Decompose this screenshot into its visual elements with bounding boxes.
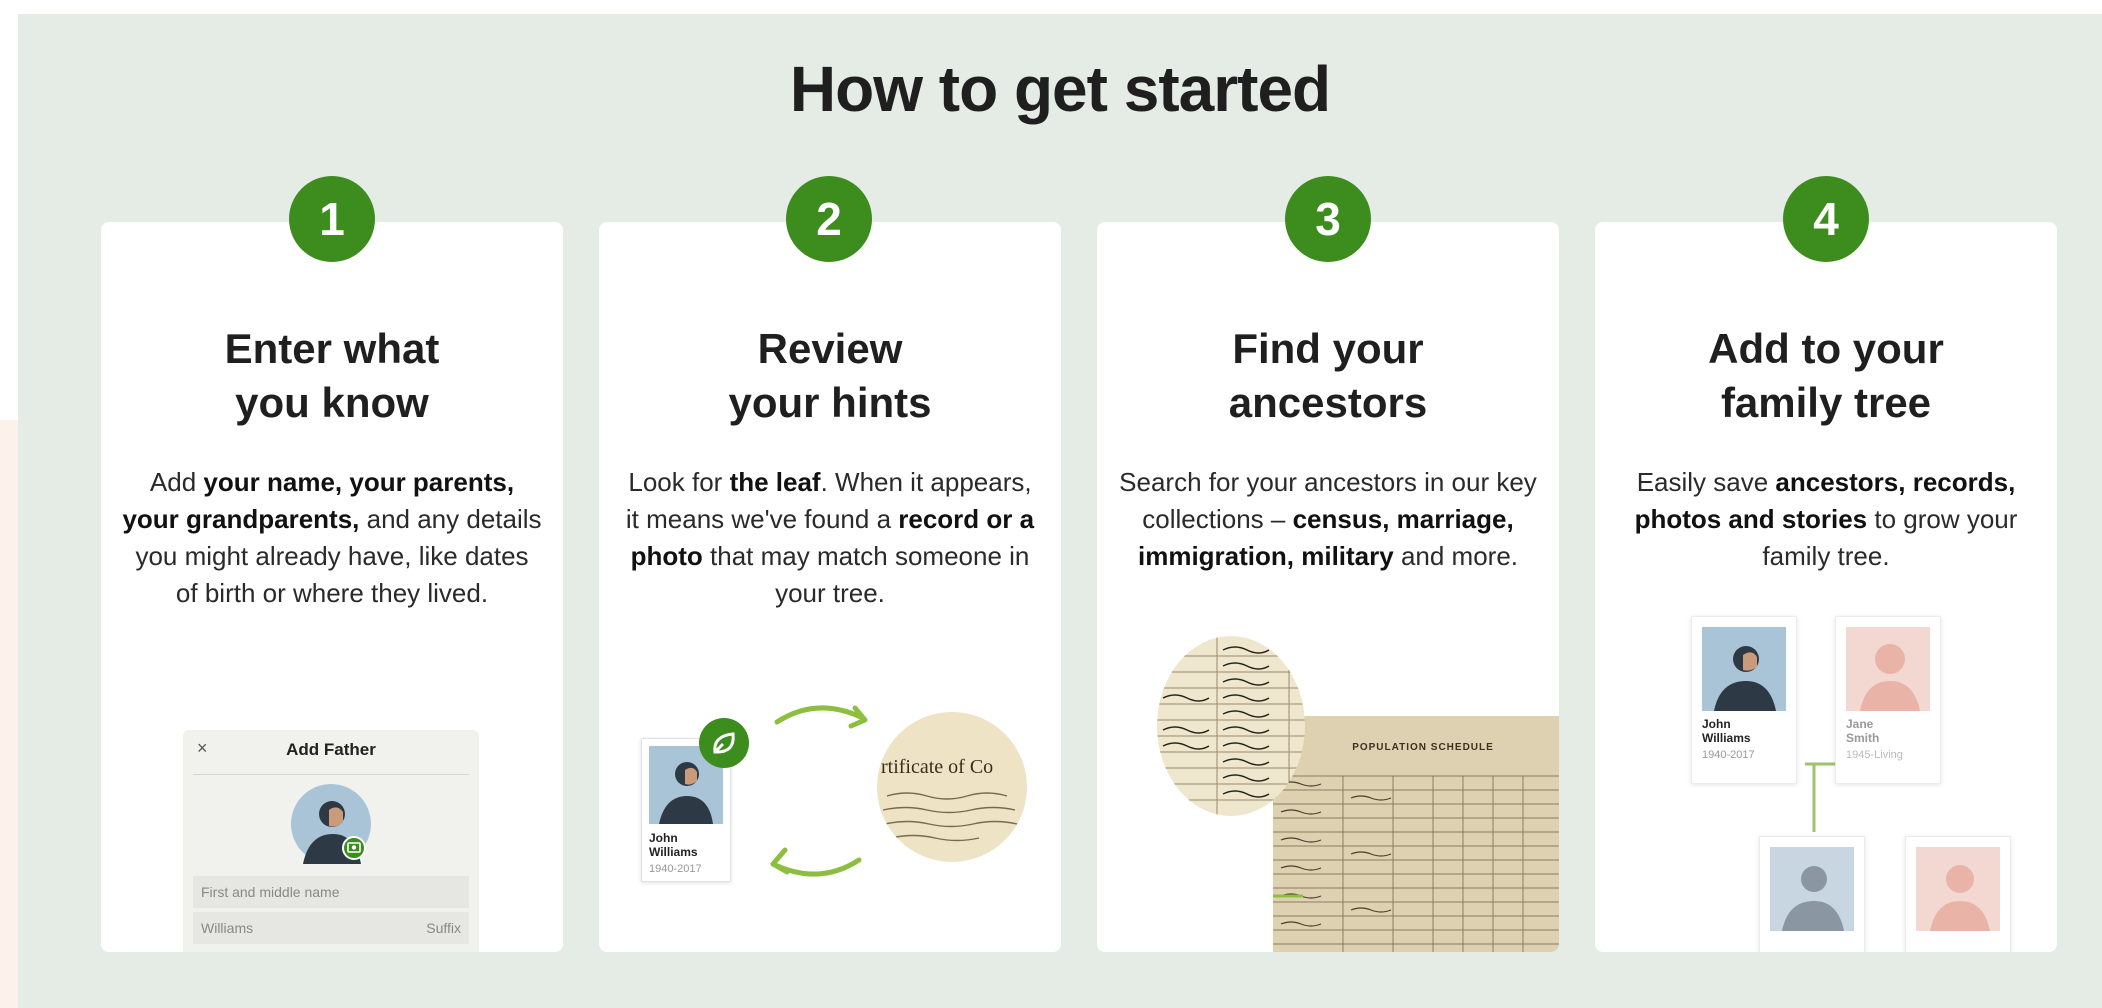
hint-leaf-badge xyxy=(699,718,749,768)
tree-person-card-jane: Jane Smith 1945-Living xyxy=(1835,616,1941,784)
step-description: Look for the leaf. When it appears, it m… xyxy=(625,467,1035,608)
step-4-card: Add to your family tree Easily save ance… xyxy=(1595,222,2057,952)
person-portrait-icon xyxy=(1846,627,1930,711)
census-grid-icon xyxy=(1273,775,1559,952)
section-title: How to get started xyxy=(789,53,1331,125)
tree-person-card-john: John Williams 1940-2017 xyxy=(1691,616,1797,784)
census-record-image: POPULATION SCHEDULE xyxy=(1273,716,1559,952)
step-title: Add to your family tree xyxy=(1708,325,1944,426)
person-years: 1940-2017 xyxy=(649,863,702,875)
person-name: John Williams xyxy=(649,831,698,859)
tree-child-card xyxy=(1759,836,1865,952)
tree-child-card xyxy=(1905,836,2011,952)
step-description: Search for your ancestors in our key col… xyxy=(1119,467,1537,571)
last-name-field: Williams Suffix xyxy=(193,912,469,944)
person-portrait-icon xyxy=(1770,847,1854,931)
step-3-badge: 3 xyxy=(1285,176,1371,262)
handwriting-icon xyxy=(882,792,1018,842)
step-1-card: Enter what you know Add your name, your … xyxy=(101,222,563,952)
form-title: Add Father xyxy=(286,740,376,759)
document-magnifier: rtificate of Co xyxy=(877,712,1027,862)
step-2-card: Review your hints Look for the leaf. Whe… xyxy=(599,222,1061,952)
ledger-handwriting-icon xyxy=(1157,636,1305,816)
form-header: × Add Father xyxy=(193,730,469,775)
step-description: Easily save ancestors, records, photos a… xyxy=(1634,467,2018,571)
arrow-right-icon xyxy=(774,705,868,729)
step-2-badge: 2 xyxy=(786,176,872,262)
step-description: Add your name, your parents, your grandp… xyxy=(122,467,542,608)
person-name: Jane Smith xyxy=(1846,717,1880,745)
step-3-card: Find your ancestors Search for your ance… xyxy=(1097,222,1559,952)
person-portrait-icon xyxy=(1702,627,1786,711)
step-4-badge: 4 xyxy=(1783,176,1869,262)
person-avatar-icon xyxy=(291,784,371,864)
person-years: 1940-2017 xyxy=(1702,749,1755,761)
leaf-icon xyxy=(713,732,735,754)
avatar xyxy=(291,784,371,864)
arrow-left-icon xyxy=(770,847,862,877)
add-father-form-preview: × Add Father First and middle name Willi… xyxy=(183,730,479,952)
suffix-field: Suffix xyxy=(426,920,461,936)
person-name: John Williams xyxy=(1702,717,1751,745)
first-middle-name-field: First and middle name xyxy=(193,876,469,908)
step-title: Review your hints xyxy=(728,325,932,426)
step-title: Enter what you know xyxy=(224,325,440,426)
person-years: 1945-Living xyxy=(1846,749,1903,761)
step-1-badge: 1 xyxy=(289,176,375,262)
ledger-magnifier xyxy=(1157,636,1305,816)
side-accent-strip xyxy=(0,420,18,1008)
person-portrait-icon xyxy=(1916,847,2000,931)
step-title: Find your ancestors xyxy=(1228,325,1428,426)
